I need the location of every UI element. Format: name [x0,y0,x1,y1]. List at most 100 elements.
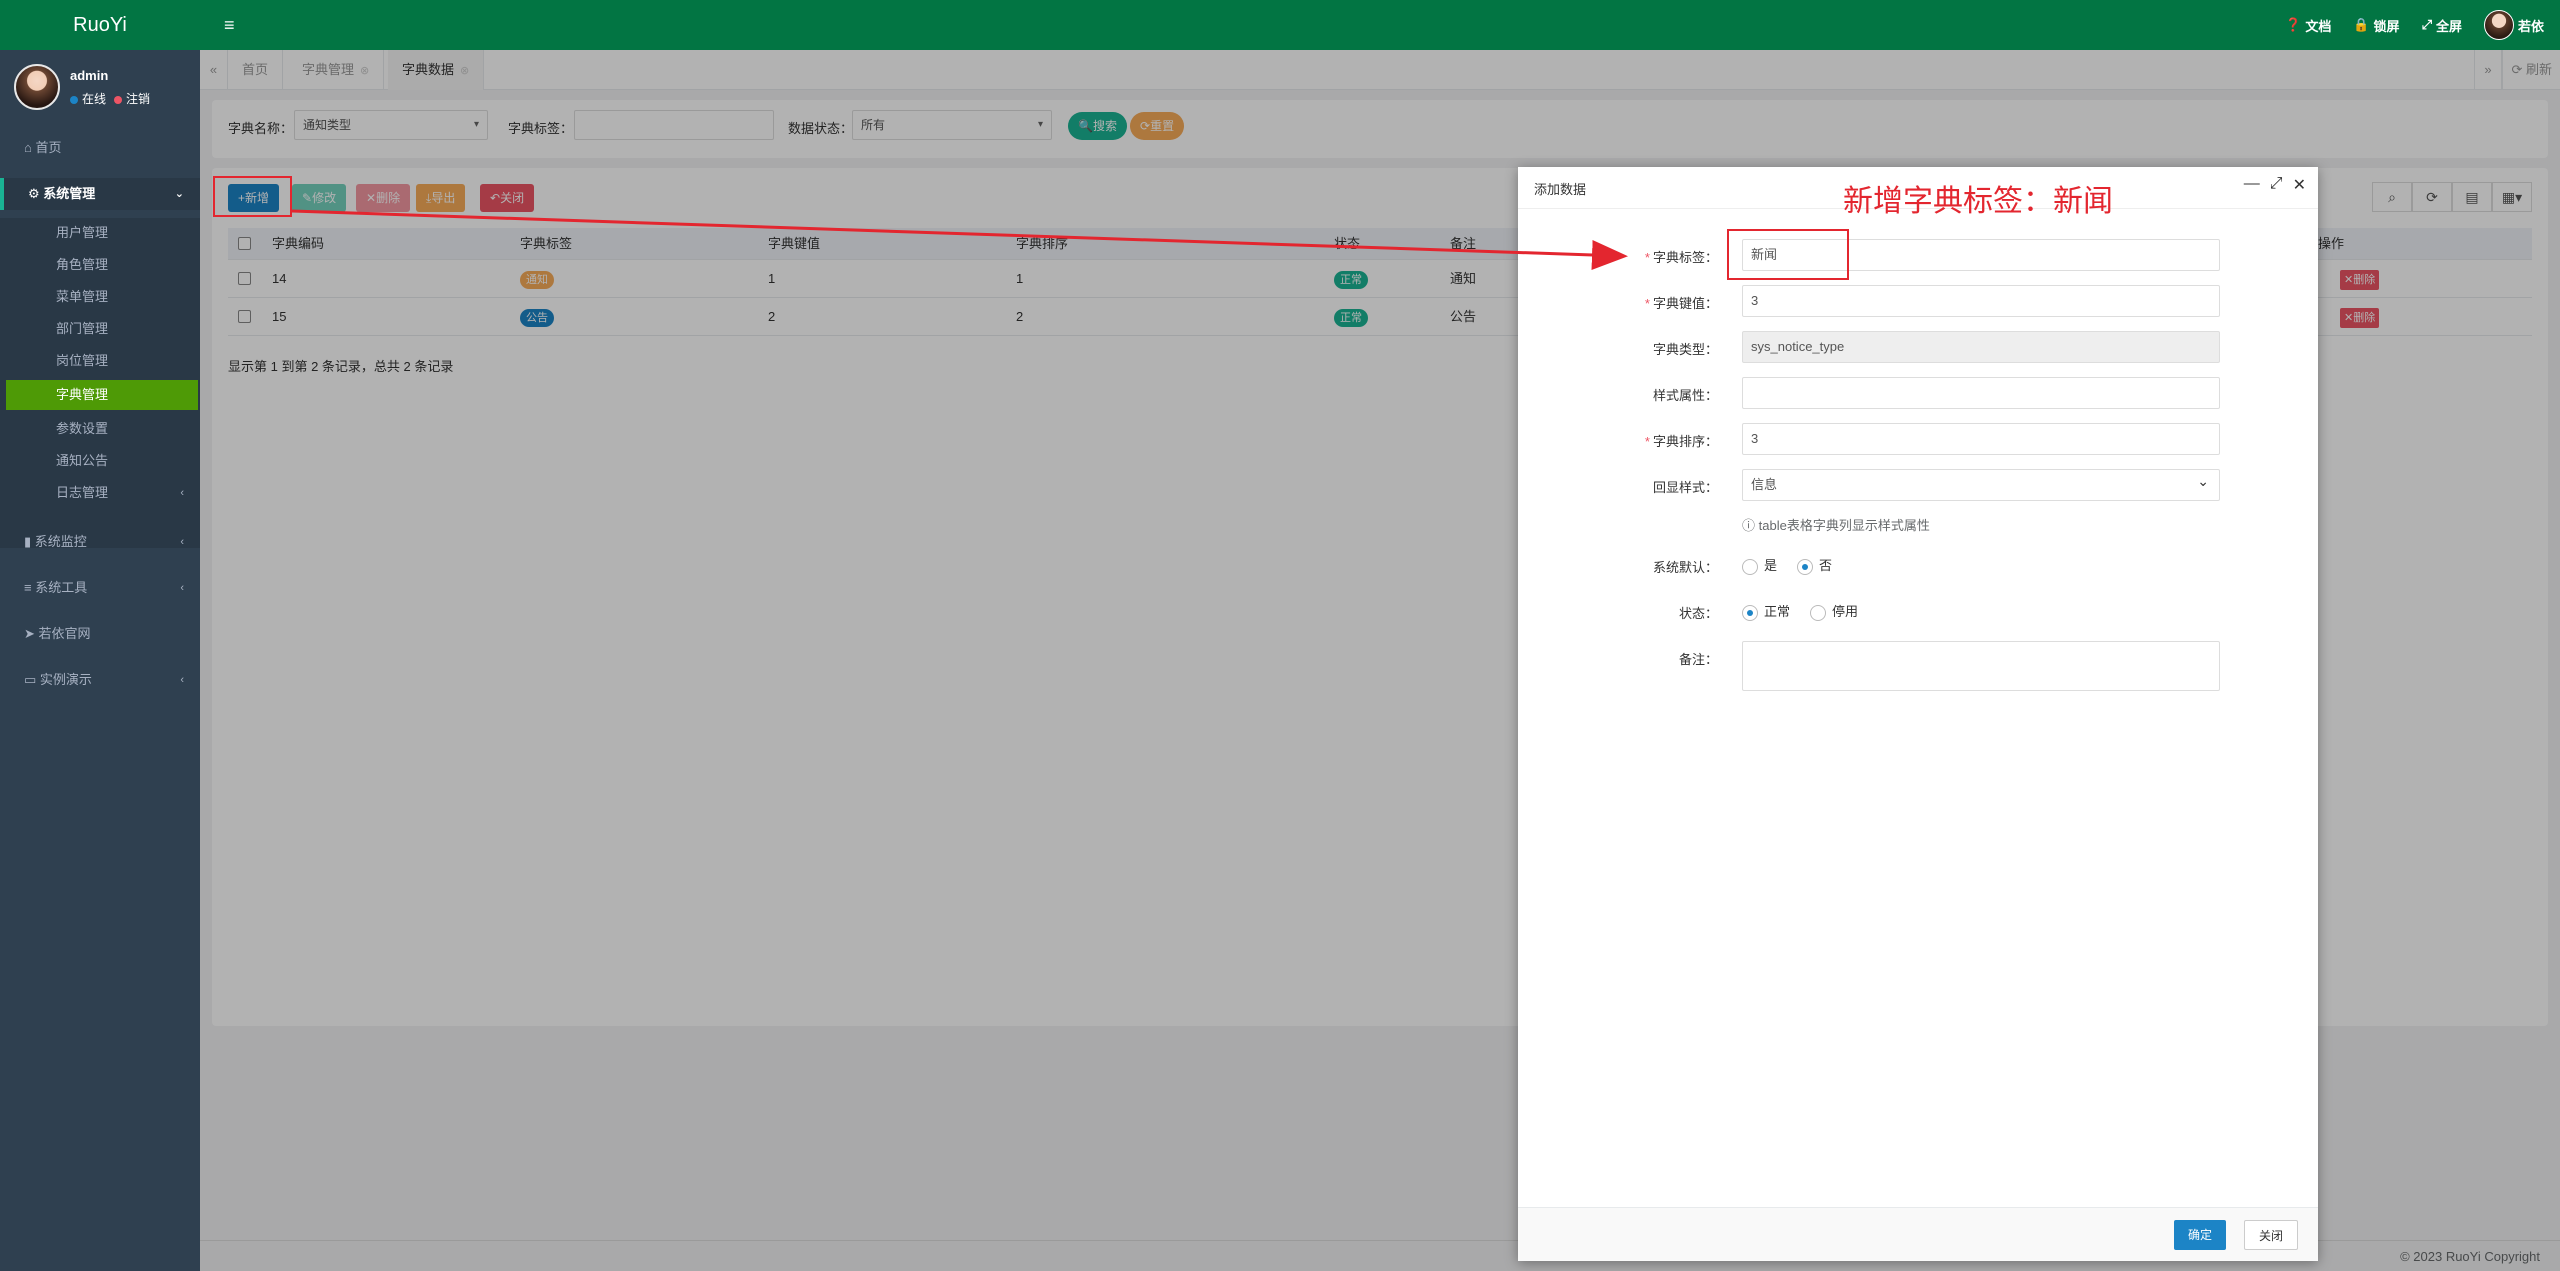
logout-link[interactable]: 注销 [114,90,150,107]
top-right-links: ❓ 文档 🔒 锁屏 ⤢ 全屏 若依 [2285,0,2544,50]
list-class-hint: ⓘ table表格字典列显示样式属性 [1742,515,1930,534]
app-root: ≡ ❓ 文档 🔒 锁屏 ⤢ 全屏 若依 RuoYi admin 在线 注销 ⌂ … [0,0,2560,1271]
sidebar-sub-post[interactable]: 岗位管理 [0,346,200,376]
remark-textarea[interactable] [1742,641,2220,691]
confirm-button[interactable]: 确定 [2173,1220,2226,1250]
user-avatar [14,64,60,110]
sidebar-item-demo[interactable]: ▭ 实例演示 ‹ [0,664,200,696]
sidebar-item-label: 若依官网 [38,626,91,641]
user-status: 在线 注销 [70,90,150,107]
sidebar-item-label: 系统监控 [34,534,87,549]
sidebar-sub-config[interactable]: 参数设置 [0,414,200,444]
radio-button[interactable] [1810,604,1827,621]
sidebar-item-website[interactable]: ➤ 若依官网 [0,618,200,650]
minimize-icon[interactable]: — [2244,175,2260,195]
menu-toggle-icon[interactable]: ≡ [224,12,246,38]
chevron-left-icon: ‹ [180,674,184,686]
home-icon: ⌂ [24,140,32,155]
field-label: 状态： [1678,606,1718,621]
sidebar-sub-menu[interactable]: 菜单管理 [0,282,200,312]
field-label: * 字典排序： [1644,434,1718,449]
radio-button[interactable] [1797,558,1814,575]
hint-text: table表格字典列显示样式属性 [1758,518,1930,533]
fullscreen-icon: ⤢ [2421,17,2432,32]
radio-no[interactable]: 否 [1797,555,1832,575]
logout-label: 注销 [126,92,151,106]
lock-screen-label: 锁屏 [2373,18,2400,34]
sidebar-sub-log-label: 日志管理 [56,485,109,500]
annotation-highlight-field [1727,229,1849,280]
sidebar-item-tools[interactable]: ≡ 系统工具 ‹ [0,572,200,604]
bars-icon: ≡ [24,580,32,595]
chevron-left-icon: ‹ [180,582,184,594]
info-circle-icon: ⓘ [1742,518,1756,533]
avatar [2483,10,2514,40]
sidebar-sub-user[interactable]: 用户管理 [0,218,200,248]
user-menu-name: 若依 [2517,18,2544,34]
radio-button[interactable] [1742,558,1758,575]
video-icon: ▮ [24,534,32,549]
maximize-icon[interactable]: ⤢ [2270,175,2283,195]
radio-label: 否 [1819,558,1833,573]
online-status: 在线 [70,90,106,107]
lock-icon: 🔒 [2353,17,2370,32]
sidebar-item-monitor[interactable]: ▮ 系统监控 ‹ [0,526,200,558]
field-label: 字典类型： [1652,342,1718,357]
location-arrow-icon: ➤ [24,626,35,641]
dict-value-field[interactable]: 3 [1742,285,2220,317]
field-label: 备注： [1678,652,1718,667]
dialog-controls: — ⤢ ✕ [2244,175,2306,195]
sidebar-item-label: 系统工具 [35,580,88,595]
docs-link-label: 文档 [2305,18,2332,34]
logout-dot-icon [114,95,123,104]
sidebar-item-label: 首页 [35,140,62,155]
field-label: 回显样式： [1652,480,1718,495]
radio-label: 正常 [1764,604,1791,619]
radio-disabled[interactable]: 停用 [1810,601,1858,621]
radio-normal[interactable]: 正常 [1742,601,1790,621]
docs-link[interactable]: ❓ 文档 [2285,16,2331,35]
field-label: 系统默认： [1652,560,1718,575]
fullscreen-link[interactable]: ⤢ 全屏 [2422,16,2462,35]
list-class-select[interactable]: 信息 [1742,466,2220,501]
field-label: * 字典标签： [1644,250,1718,265]
add-data-dialog: 添加数据 — ⤢ ✕ * 字典标签： 新闻 * 字典键值： 3 字典类型： sys_… [1518,167,2318,1261]
annotation-highlight-add [213,176,292,217]
user-menu[interactable]: 若依 [2483,10,2544,40]
close-icon[interactable]: ✕ [2293,175,2306,195]
css-class-field[interactable] [1742,377,2220,409]
fullscreen-label: 全屏 [2435,18,2462,34]
radio-label: 停用 [1832,604,1859,619]
lock-screen-link[interactable]: 🔒 锁屏 [2353,16,2399,35]
user-panel: admin 在线 注销 [0,50,200,120]
chevron-down-icon: ⌄ [174,188,184,200]
dialog-close-button[interactable]: 关闭 [2243,1220,2298,1250]
sidebar-item-system[interactable]: ⚙ 系统管理 ⌄ [0,178,200,210]
online-dot-icon [70,95,78,104]
radio-button[interactable] [1742,604,1758,621]
online-label: 在线 [82,92,107,106]
dict-sort-field[interactable]: 3 [1742,423,2220,455]
status-radio-group: 正常 停用 [1742,601,1858,621]
sidebar-sub-log[interactable]: 日志管理 ‹ [0,478,200,508]
radio-label: 是 [1764,558,1778,573]
dialog-footer: 确定 关闭 [1518,1207,2318,1261]
chevron-left-icon: ‹ [180,487,184,499]
sidebar-sub-dept[interactable]: 部门管理 [0,314,200,344]
sidebar: admin 在线 注销 ⌂ 首页 ⚙ 系统管理 ⌄ 用户管理 角色管理 菜单管理… [0,50,200,1271]
sidebar-sub-notice[interactable]: 通知公告 [0,446,200,476]
field-label: 样式属性： [1652,388,1718,403]
radio-yes[interactable]: 是 [1742,555,1777,575]
desktop-icon: ▭ [24,672,37,687]
sidebar-sub-role[interactable]: 角色管理 [0,250,200,280]
is-default-radio-group: 是 否 [1742,555,1832,575]
gear-icon: ⚙ [28,186,40,201]
user-name: admin [70,68,109,83]
sidebar-item-label: 实例演示 [39,672,92,687]
sidebar-item-home[interactable]: ⌂ 首页 [0,132,200,164]
top-navbar: ≡ ❓ 文档 🔒 锁屏 ⤢ 全屏 若依 [0,0,2560,50]
dict-type-field: sys_notice_type [1742,331,2220,363]
sidebar-sub-dict[interactable]: 字典管理 [6,380,198,410]
annotation-text: 新增字典标签：新闻 [1843,185,2113,218]
app-logo[interactable]: RuoYi [0,0,200,50]
